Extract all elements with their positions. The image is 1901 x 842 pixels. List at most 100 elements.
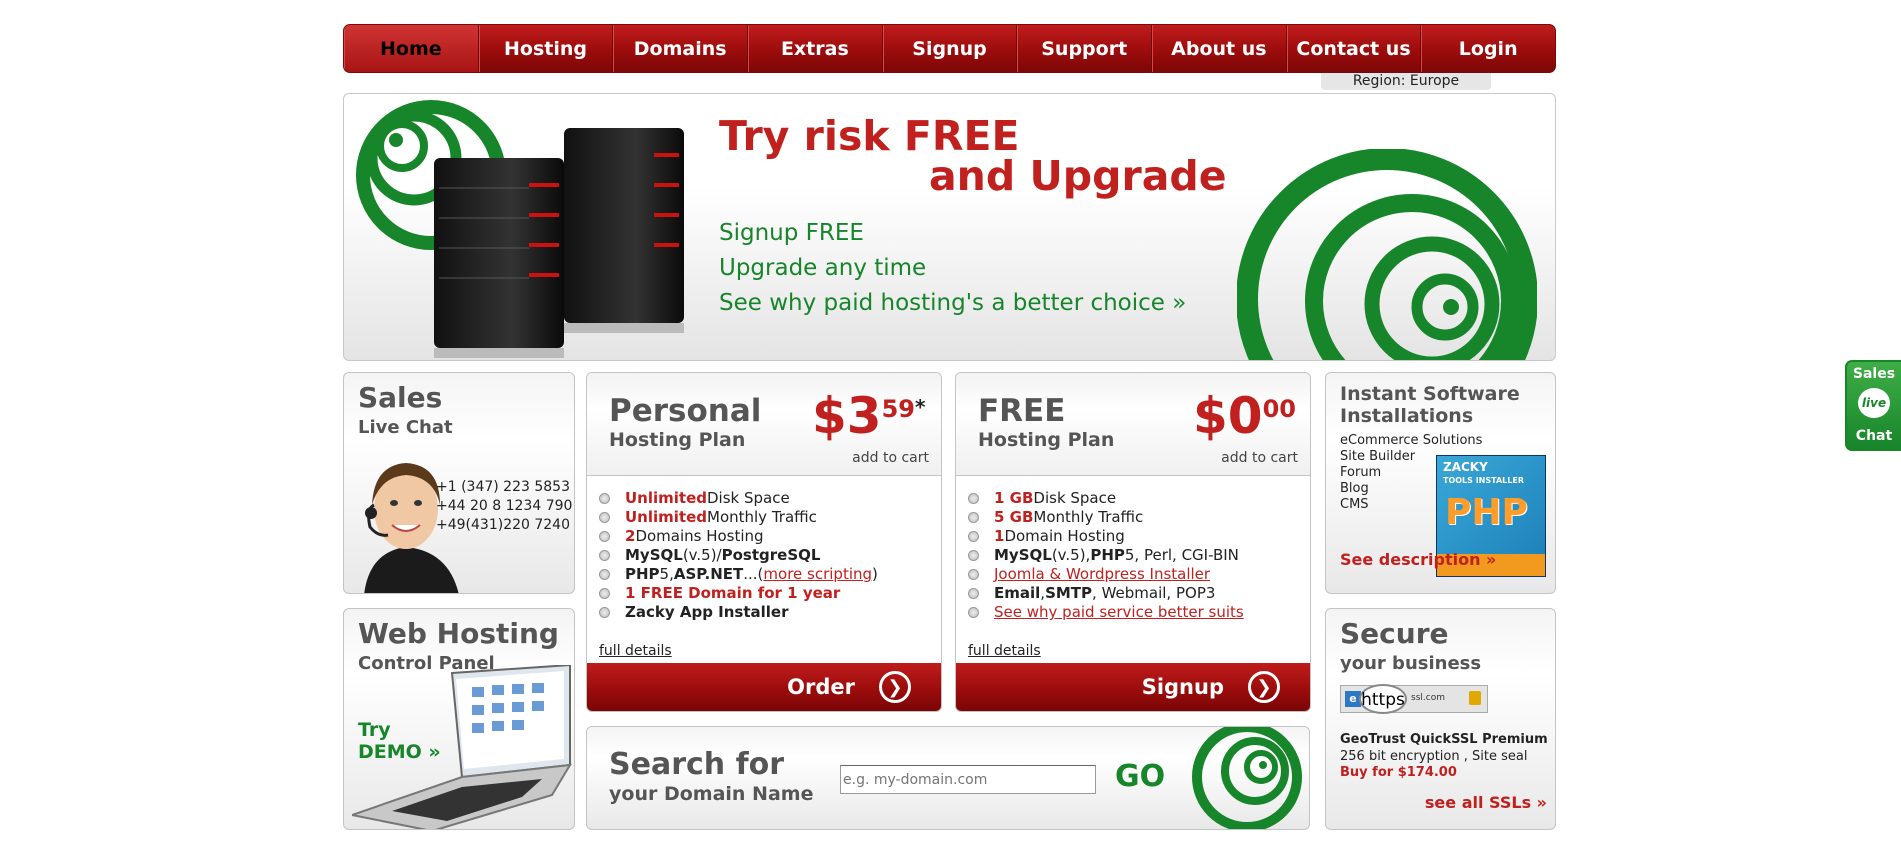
box-label-php: PHP [1445, 492, 1528, 533]
personal-plan-header: Personal Hosting Plan $359* add to cart [587, 373, 941, 476]
feature-item: 2 Domains Hosting [599, 527, 878, 546]
bullet-icon [599, 493, 610, 504]
hero-paid-hosting-link[interactable]: See why paid hosting's a better choice » [719, 290, 1186, 316]
nav-signup[interactable]: Signup [883, 25, 1018, 72]
bullet-icon [968, 493, 979, 504]
https-magnifier-text: https [1359, 684, 1407, 714]
control-panel-box: Web Hosting Control Panel Try DEMO » [343, 608, 575, 830]
personal-plan-card: Personal Hosting Plan $359* add to cart … [586, 372, 942, 712]
server-image [434, 128, 684, 358]
hero-banner: Try risk FREE and Upgrade Signup FREE Up… [343, 93, 1556, 361]
sales-phone-de[interactable]: +49(431)220 7240 [436, 517, 570, 533]
list-item: eCommerce Solutions [1340, 433, 1483, 448]
nav-extras[interactable]: Extras [748, 25, 883, 72]
arrow-right-icon: ❯ [879, 671, 911, 703]
live-chat-bottom-label: Chat [1855, 428, 1893, 444]
see-description-link[interactable]: See description » [1340, 550, 1496, 569]
green-swirl-small-graphic [1192, 727, 1302, 829]
feature-item: Email, SMTP, Webmail, POP3 [968, 584, 1244, 603]
see-all-ssls-link[interactable]: see all SSLs » [1425, 793, 1547, 812]
hero-title-line2: and Upgrade [929, 152, 1227, 200]
ssl-title: Secure [1340, 617, 1449, 650]
free-plan-features: 1 GB Disk Space 5 GB Monthly Traffic 1 D… [968, 489, 1244, 622]
free-plan-header: FREE Hosting Plan $000 add to cart [956, 373, 1310, 476]
bullet-icon [599, 531, 610, 542]
personal-add-to-cart-link[interactable]: add to cart [852, 450, 929, 466]
sales-title: Sales [358, 381, 443, 414]
live-chat-top-label: Sales [1852, 366, 1896, 382]
bullet-icon [968, 512, 979, 523]
more-scripting-link[interactable]: more scripting [763, 565, 872, 584]
control-panel-title: Web Hosting [358, 617, 559, 650]
feature-item: MySQL (v.5)/PostgreSQL [599, 546, 878, 565]
https-badge-image: e https ssl.com [1340, 684, 1488, 714]
nav-domains[interactable]: Domains [613, 25, 749, 72]
sales-phone-uk[interactable]: +44 20 8 1234 790 [436, 498, 572, 514]
personal-plan-price: $359* [812, 387, 926, 445]
ssl-product-name: GeoTrust QuickSSL Premium [1340, 732, 1548, 747]
ssl-subtitle: your business [1340, 653, 1482, 674]
ssl-product-desc: 256 bit encryption , Site seal [1340, 749, 1528, 764]
nav-about-us[interactable]: About us [1152, 25, 1287, 72]
live-chat-tab[interactable]: Sales live Chat [1845, 360, 1901, 451]
https-badge-url: ssl.com [1411, 693, 1445, 703]
nav-home[interactable]: Home [344, 25, 479, 72]
green-swirl-right-graphic [1237, 149, 1537, 360]
arrow-right-icon: ❯ [1248, 671, 1280, 703]
region-selector[interactable]: Region: Europe [1321, 73, 1491, 90]
free-plan-subtitle: Hosting Plan [978, 429, 1115, 451]
nav-contact-us[interactable]: Contact us [1287, 25, 1422, 72]
personal-plan-features: Unlimited Disk Space Unlimited Monthly T… [599, 489, 878, 622]
hero-upgrade-link[interactable]: Upgrade any time [719, 255, 926, 281]
bullet-icon [968, 607, 979, 618]
bullet-icon [968, 569, 979, 580]
paid-service-link[interactable]: See why paid service better suits [994, 603, 1244, 622]
ssl-box: Secure your business e https ssl.com Geo… [1325, 608, 1556, 830]
lock-icon [1469, 691, 1481, 705]
nav-support[interactable]: Support [1017, 25, 1153, 72]
personal-plan-subtitle: Hosting Plan [609, 429, 746, 451]
nav-hosting[interactable]: Hosting [479, 25, 614, 72]
try-demo-link[interactable]: Try DEMO » [358, 719, 441, 763]
free-add-to-cart-link[interactable]: add to cart [1221, 450, 1298, 466]
bullet-icon [968, 588, 979, 599]
feature-item: PHP 5, ASP.NET ...(more scripting) [599, 565, 878, 584]
joomla-wordpress-installer-link[interactable]: Joomla & Wordpress Installer [994, 565, 1210, 584]
feature-item: 1 Domain Hosting [968, 527, 1244, 546]
go-button[interactable]: GO [1115, 759, 1165, 794]
bullet-icon [599, 588, 610, 599]
bullet-icon [968, 531, 979, 542]
feature-item: See why paid service better suits [968, 603, 1244, 622]
ssl-buy-link[interactable]: Buy for $174.00 [1340, 765, 1457, 780]
search-subtitle: your Domain Name [609, 783, 814, 805]
bullet-icon [599, 512, 610, 523]
bullet-icon [599, 550, 610, 561]
feature-item: 5 GB Monthly Traffic [968, 508, 1244, 527]
feature-item: Unlimited Monthly Traffic [599, 508, 878, 527]
hero-signup-link[interactable]: Signup FREE [719, 220, 864, 246]
personal-plan-name: Personal [609, 393, 762, 429]
feature-item: MySQL (v.5), PHP 5, Perl, CGI-BIN [968, 546, 1244, 565]
installations-title: Instant Software Installations [1340, 383, 1520, 427]
search-title: Search for [609, 747, 785, 782]
free-plan-price: $000 [1193, 387, 1296, 445]
software-installations-box: Instant Software Installations eCommerce… [1325, 372, 1556, 594]
personal-full-details-link[interactable]: full details [599, 643, 672, 659]
domain-search-input[interactable] [840, 765, 1096, 794]
main-nav: Home Hosting Domains Extras Signup Suppo… [343, 24, 1556, 73]
sales-phone-us[interactable]: +1 (347) 223 5853 [436, 479, 570, 495]
sales-live-chat-box[interactable]: Sales Live Chat +1 (347) 223 5853 +44 20… [343, 372, 575, 594]
chat-bubble-icon: live [1858, 388, 1890, 418]
order-button[interactable]: Order ❯ [587, 663, 941, 711]
free-full-details-link[interactable]: full details [968, 643, 1041, 659]
domain-search-box: Search for your Domain Name GO [586, 726, 1310, 830]
box-label-top: ZACKY [1443, 460, 1488, 474]
feature-item: 1 GB Disk Space [968, 489, 1244, 508]
nav-login[interactable]: Login [1421, 25, 1555, 72]
free-plan-name: FREE [978, 393, 1066, 429]
signup-button[interactable]: Signup ❯ [956, 663, 1310, 711]
page: Home Hosting Domains Extras Signup Suppo… [343, 24, 1556, 834]
feature-item: Joomla & Wordpress Installer [968, 565, 1244, 584]
feature-item: Zacky App Installer [599, 603, 878, 622]
box-label-mid: TOOLS INSTALLER [1443, 476, 1524, 485]
